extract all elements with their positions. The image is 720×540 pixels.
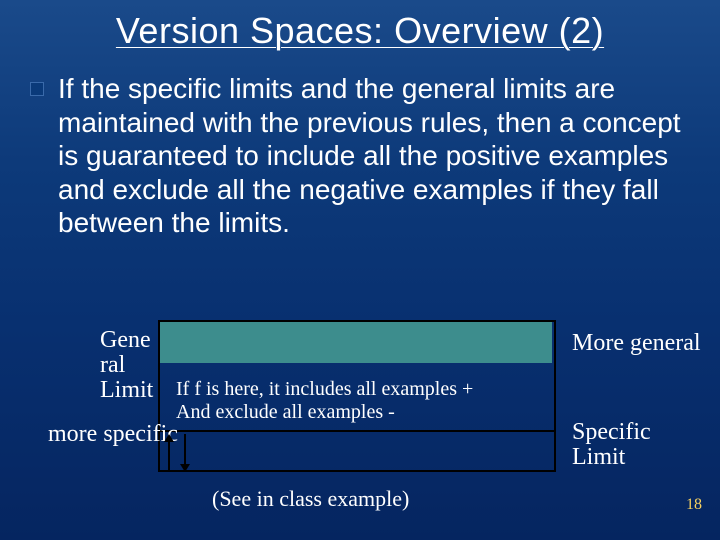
mid-text-line1: If f is here, it includes all examples + xyxy=(176,378,473,400)
general-limit-label: Gene ral Limit xyxy=(100,328,180,404)
arrow-up-icon xyxy=(164,434,174,472)
more-general-label: More general xyxy=(572,330,701,357)
slide-title: Version Spaces: Overview (2) xyxy=(0,0,720,52)
arrow-down-icon xyxy=(180,434,190,472)
more-specific-label: more specific xyxy=(48,422,178,447)
bullet-row: If the specific limits and the general l… xyxy=(0,52,720,240)
see-example-note: (See in class example) xyxy=(212,486,409,512)
square-bullet-icon xyxy=(30,82,44,96)
mid-text-line2: And exclude all examples - xyxy=(176,401,395,423)
mid-box-text: If f is here, it includes all examples +… xyxy=(176,378,473,424)
inner-top-band xyxy=(160,322,552,363)
page-number: 18 xyxy=(686,496,702,514)
specific-limit-label: Specific Limit xyxy=(572,420,690,470)
bullet-text: If the specific limits and the general l… xyxy=(58,72,690,240)
mid-divider-line xyxy=(160,430,554,432)
diagram-area: If f is here, it includes all examples +… xyxy=(30,320,690,520)
